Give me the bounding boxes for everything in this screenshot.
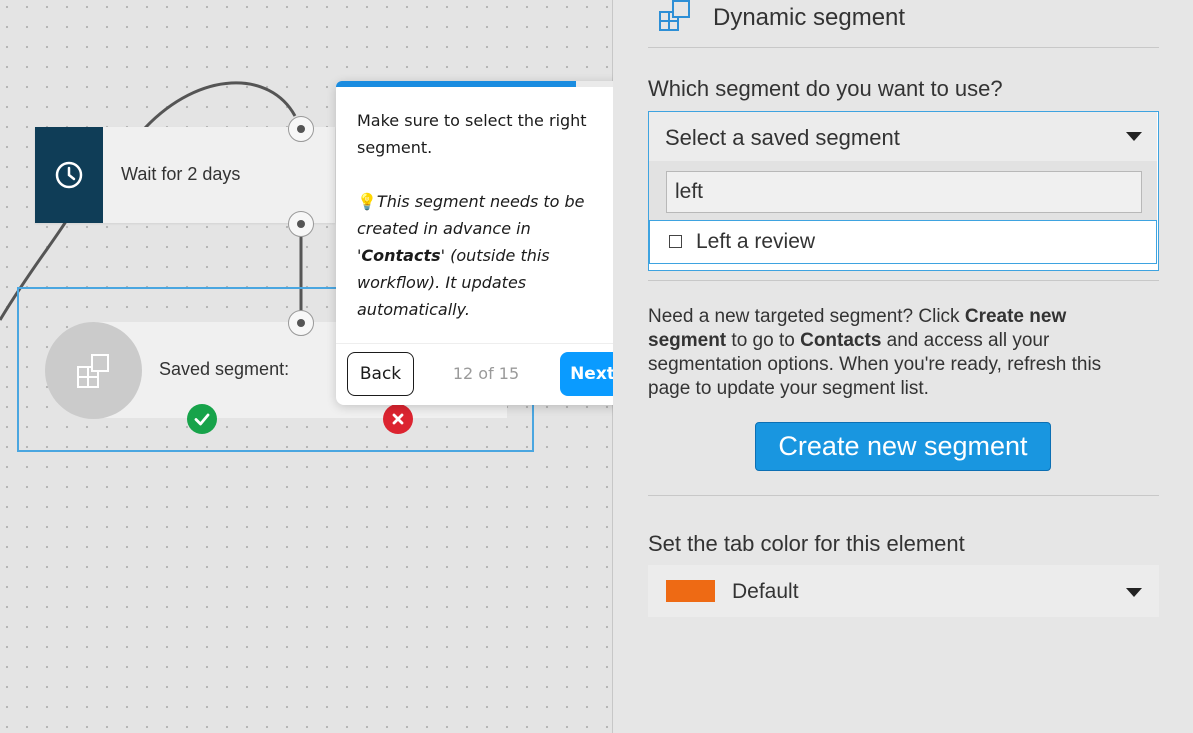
settings-panel: Dynamic segment Which segment do you wan…	[613, 0, 1193, 733]
segment-question-label: Which segment do you want to use?	[648, 76, 1003, 101]
wait-node-input-port[interactable]	[288, 116, 314, 142]
tooltip-divider	[336, 343, 636, 344]
wait-node[interactable]: Wait for 2 days	[35, 127, 335, 223]
segment-search-input[interactable]	[666, 171, 1142, 213]
tab-color-label: Set the tab color for this element	[648, 531, 965, 556]
tooltip-hint-bold: Contacts	[361, 246, 441, 265]
create-segment-info: Need a new targeted segment? Click Creat…	[648, 305, 1148, 401]
panel-title: Dynamic segment	[713, 4, 906, 31]
chevron-down-icon	[1126, 588, 1142, 597]
segment-node-label: Saved segment:	[159, 359, 290, 379]
divider	[648, 47, 1159, 48]
divider	[648, 495, 1159, 496]
tab-color-value: Default	[732, 580, 799, 603]
segment-dropdown-value: Select a saved segment	[665, 125, 900, 150]
check-icon[interactable]	[187, 404, 217, 434]
divider	[648, 280, 1159, 281]
segment-icon	[45, 322, 142, 419]
segment-search-wrap	[649, 161, 1157, 220]
info-bold-2: Contacts	[800, 330, 882, 351]
dynamic-segment-icon	[659, 0, 690, 31]
segment-option-label: Left a review	[696, 230, 816, 253]
segment-option[interactable]: Left a review	[649, 220, 1157, 264]
wait-node-output-port[interactable]	[288, 211, 314, 237]
info-text-1: Need a new targeted segment? Click	[648, 306, 965, 327]
tooltip-text: Make sure to select the right segment.	[357, 111, 587, 157]
segment-node-input-port[interactable]	[288, 310, 314, 336]
tooltip-progress-track	[336, 81, 636, 87]
tooltip-hint: 💡This segment needs to be created in adv…	[357, 188, 619, 323]
tooltip-progress-fill	[336, 81, 576, 87]
x-icon[interactable]	[383, 404, 413, 434]
wait-node-label: Wait for 2 days	[121, 164, 241, 184]
segment-dropdown-toggle[interactable]: Select a saved segment	[649, 112, 1157, 161]
step-counter: 12 of 15	[452, 364, 520, 383]
color-swatch	[666, 580, 715, 602]
chevron-down-icon	[1126, 132, 1142, 141]
create-new-segment-button[interactable]: Create new segment	[755, 422, 1051, 471]
onboarding-tooltip: Make sure to select the right segment. 💡…	[336, 81, 636, 405]
lightbulb-icon: 💡	[357, 192, 377, 211]
tab-color-select[interactable]: Default	[648, 565, 1159, 617]
clock-icon	[35, 127, 103, 223]
segment-dropdown[interactable]: Select a saved segment Left a review	[648, 111, 1159, 271]
option-checkbox[interactable]	[669, 235, 682, 248]
info-text-2: to go to	[726, 330, 801, 351]
back-button[interactable]: Back	[347, 352, 414, 396]
